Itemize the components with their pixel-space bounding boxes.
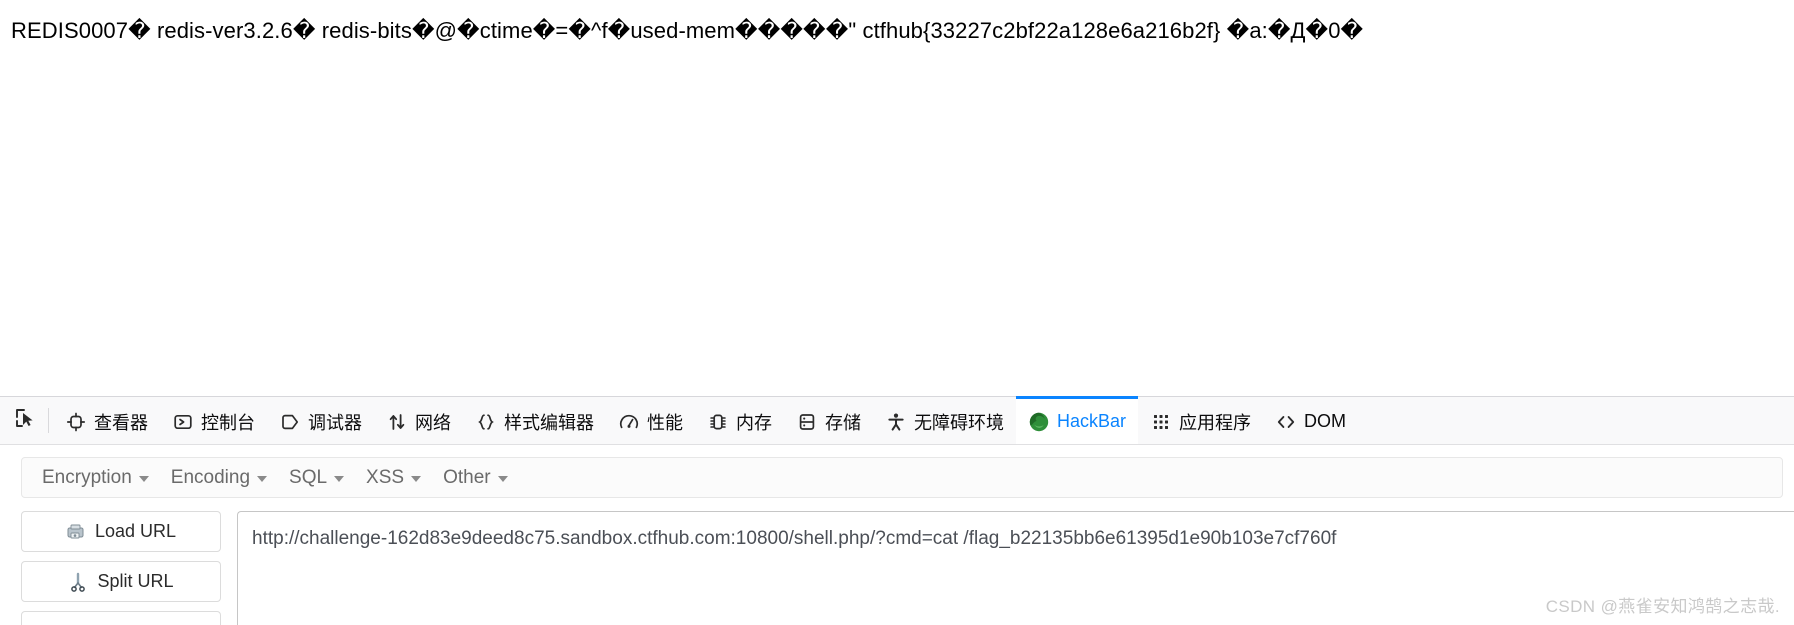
load-url-disk-icon	[66, 522, 86, 542]
element-picker-button[interactable]	[4, 397, 46, 444]
menu-label: SQL	[289, 466, 328, 488]
tab-label: 应用程序	[1179, 412, 1252, 433]
devtools-panel: 查看器 控制台 调试器 网络 样式编辑器 性能 内存 存储 无障碍环境 Hack…	[0, 396, 1794, 625]
menu-label: Encryption	[42, 466, 132, 488]
page-content-area: REDIS0007� redis-ver3.2.6� redis-bits�@�…	[0, 0, 1794, 396]
execute-button[interactable]	[21, 611, 221, 625]
menu-xss[interactable]: XSS	[355, 463, 432, 493]
network-arrows-icon	[386, 411, 408, 433]
button-label: Split URL	[97, 571, 174, 591]
tab-console[interactable]: 控制台	[160, 396, 267, 444]
tab-storage[interactable]: 存储	[784, 396, 873, 444]
debugger-icon	[279, 411, 301, 433]
style-editor-braces-icon	[475, 411, 497, 433]
browser-window: REDIS0007� redis-ver3.2.6� redis-bits�@�…	[0, 0, 1794, 625]
hackbar-panel: Encryption Encoding SQL XSS Other Load U…	[0, 445, 1794, 625]
menu-label: XSS	[366, 466, 405, 488]
tab-accessibility[interactable]: 无障碍环境	[873, 396, 1016, 444]
tab-label: 控制台	[201, 412, 255, 433]
element-picker-icon	[14, 407, 36, 434]
tab-dom[interactable]: DOM	[1263, 396, 1358, 444]
tab-memory[interactable]: 内存	[695, 396, 784, 444]
tab-hackbar[interactable]: HackBar	[1016, 396, 1139, 444]
menu-label: Encoding	[170, 466, 251, 488]
split-url-button[interactable]: Split URL	[21, 561, 221, 602]
memory-chip-icon	[707, 411, 729, 433]
hackbar-body: Load URL Split URL	[0, 511, 1794, 625]
menu-other[interactable]: Other	[432, 463, 519, 493]
execute-icon	[107, 622, 127, 625]
tab-application[interactable]: 应用程序	[1138, 396, 1263, 444]
tab-style-editor[interactable]: 样式编辑器	[463, 396, 606, 444]
tab-label: 样式编辑器	[504, 412, 594, 433]
tab-label: HackBar	[1057, 411, 1127, 431]
hackbar-button-column: Load URL Split URL	[21, 511, 221, 625]
storage-database-icon	[796, 411, 818, 433]
button-label: Load URL	[94, 521, 177, 541]
hackbar-green-globe-icon	[1028, 411, 1050, 433]
menu-encryption[interactable]: Encryption	[31, 463, 160, 493]
tab-label: DOM	[1304, 411, 1347, 431]
hackbar-menubar: Encryption Encoding SQL XSS Other	[21, 457, 1783, 498]
url-input[interactable]	[237, 511, 1794, 625]
load-url-button[interactable]: Load URL	[21, 511, 221, 552]
tab-label: 内存	[736, 412, 772, 433]
tab-debugger[interactable]: 调试器	[267, 396, 374, 444]
chevron-down-icon	[334, 476, 345, 482]
menu-encoding[interactable]: Encoding	[160, 463, 278, 493]
performance-gauge-icon	[618, 411, 640, 433]
console-icon	[172, 411, 194, 433]
tab-label: 查看器	[94, 412, 148, 433]
menu-sql[interactable]: SQL	[278, 463, 355, 493]
tab-inspector[interactable]: 查看器	[53, 396, 160, 444]
tab-label: 性能	[647, 412, 683, 433]
inspector-icon	[65, 411, 87, 433]
split-url-scissors-icon	[68, 572, 88, 592]
menu-label: Other	[443, 466, 491, 488]
tab-label: 无障碍环境	[914, 412, 1004, 433]
tab-label: 调试器	[308, 412, 362, 433]
application-grid-icon	[1150, 411, 1172, 433]
accessibility-person-icon	[885, 411, 907, 433]
chevron-down-icon	[411, 476, 422, 482]
devtools-tabbar: 查看器 控制台 调试器 网络 样式编辑器 性能 内存 存储 无障碍环境 Hack…	[0, 396, 1794, 445]
chevron-down-icon	[138, 476, 149, 482]
tab-performance[interactable]: 性能	[606, 396, 695, 444]
tab-network[interactable]: 网络	[374, 396, 463, 444]
redis-dump-text: REDIS0007� redis-ver3.2.6� redis-bits�@�…	[11, 18, 1364, 43]
chevron-down-icon	[257, 476, 268, 482]
chevron-down-icon	[497, 476, 508, 482]
code-angle-brackets-icon	[1275, 411, 1297, 433]
tab-label: 网络	[415, 412, 451, 433]
tab-label: 存储	[825, 412, 861, 433]
tabbar-separator	[48, 408, 49, 433]
